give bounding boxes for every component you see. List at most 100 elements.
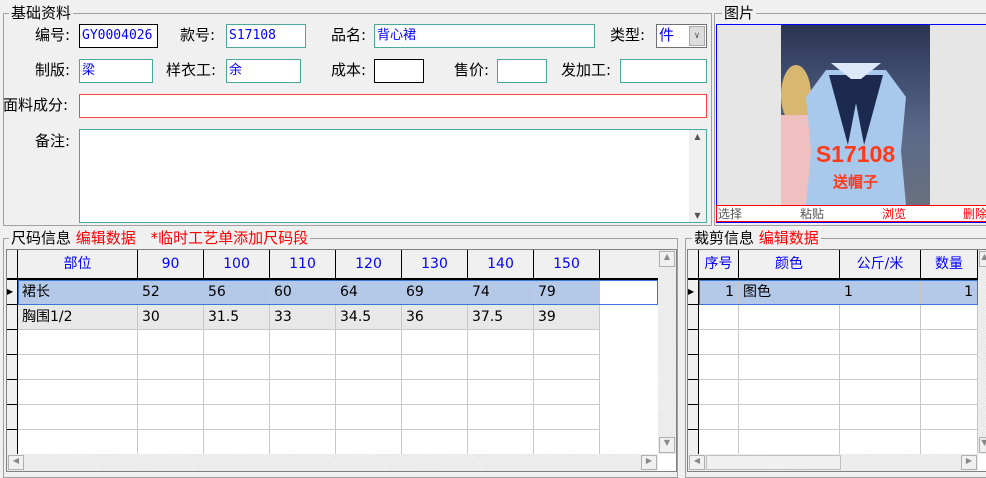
table-cell[interactable]: 39	[534, 305, 600, 330]
table-cell[interactable]	[468, 430, 534, 455]
table-cell[interactable]: 31.5	[204, 305, 270, 330]
scroll-up-icon[interactable]: ▲	[689, 132, 706, 141]
horizontal-scrollbar[interactable]: ◀ ▶	[7, 454, 658, 471]
fabric-input[interactable]	[79, 94, 707, 118]
table-cell[interactable]	[270, 330, 336, 355]
table-cell[interactable]	[468, 405, 534, 430]
table-cell[interactable]	[138, 330, 204, 355]
select-picture-button[interactable]: 选择	[718, 207, 742, 221]
cost-input[interactable]	[374, 59, 424, 83]
table-cell[interactable]	[138, 430, 204, 455]
scroll-right-icon[interactable]: ▶	[641, 455, 657, 470]
table-cell[interactable]	[921, 305, 978, 330]
table-cell[interactable]	[739, 355, 840, 380]
table-cell[interactable]	[204, 330, 270, 355]
browse-picture-button[interactable]: 浏览	[882, 207, 906, 221]
table-cell[interactable]	[336, 355, 402, 380]
scroll-down-icon[interactable]: ▼	[659, 437, 675, 453]
table-cell[interactable]	[534, 430, 600, 455]
table-cell[interactable]	[402, 330, 468, 355]
column-header[interactable]: 100	[204, 250, 270, 280]
row-header[interactable]	[688, 430, 699, 455]
column-header[interactable]: 公斤/米	[840, 250, 921, 280]
table-cell[interactable]	[739, 330, 840, 355]
table-cell[interactable]	[270, 430, 336, 455]
table-cell[interactable]: 1	[699, 280, 739, 305]
column-header[interactable]: 部位	[18, 250, 138, 280]
table-cell[interactable]	[739, 430, 840, 455]
code-input[interactable]: GY0004026	[79, 24, 158, 48]
table-cell[interactable]	[739, 380, 840, 405]
table-cell[interactable]	[699, 305, 739, 330]
table-cell[interactable]	[18, 405, 138, 430]
column-header[interactable]: 140	[468, 250, 534, 280]
table-cell[interactable]	[921, 380, 978, 405]
type-select[interactable]: 件 ∨	[656, 24, 707, 48]
scroll-down-icon[interactable]: ▼	[979, 437, 986, 453]
scroll-up-icon[interactable]: ▲	[979, 251, 986, 267]
column-header[interactable]: 数量	[921, 250, 978, 280]
column-header[interactable]: 120	[336, 250, 402, 280]
row-header[interactable]	[688, 355, 699, 380]
table-cell[interactable]: 30	[138, 305, 204, 330]
table-cell[interactable]	[270, 405, 336, 430]
table-cell[interactable]	[18, 355, 138, 380]
table-cell[interactable]	[138, 355, 204, 380]
scroll-right-icon[interactable]: ▶	[961, 455, 977, 470]
table-cell[interactable]	[739, 305, 840, 330]
table-cell[interactable]: 胸围1/2	[18, 305, 138, 330]
vertical-scrollbar[interactable]: ▲ ▼	[978, 250, 986, 454]
table-cell[interactable]	[270, 355, 336, 380]
sample-worker-input[interactable]: 余	[226, 59, 301, 83]
style-input[interactable]: S17108	[226, 24, 306, 48]
table-cell[interactable]: 图色	[739, 280, 840, 305]
table-cell[interactable]	[18, 430, 138, 455]
column-header[interactable]: 90	[138, 250, 204, 280]
table-cell[interactable]	[336, 430, 402, 455]
table-cell[interactable]	[699, 405, 739, 430]
table-cell[interactable]	[336, 405, 402, 430]
table-cell[interactable]: 56	[204, 280, 270, 305]
table-cell[interactable]: 79	[534, 280, 600, 305]
table-cell[interactable]	[402, 405, 468, 430]
scroll-up-icon[interactable]: ▲	[659, 251, 675, 267]
table-cell[interactable]	[402, 355, 468, 380]
name-input[interactable]: 背心裙	[374, 24, 595, 48]
table-cell[interactable]	[204, 430, 270, 455]
paste-picture-button[interactable]: 粘贴	[800, 207, 824, 221]
cut-grid[interactable]: 序号颜色公斤/米数量▶1图色11 ▲ ▼ ◀ ▶	[687, 249, 986, 472]
table-cell[interactable]	[204, 380, 270, 405]
table-cell[interactable]	[699, 430, 739, 455]
chevron-down-icon[interactable]: ∨	[689, 26, 705, 46]
table-cell[interactable]	[699, 330, 739, 355]
table-cell[interactable]: 1	[840, 280, 921, 305]
table-cell[interactable]	[840, 405, 921, 430]
row-header[interactable]	[7, 305, 18, 330]
table-cell[interactable]	[840, 355, 921, 380]
row-header[interactable]: ▶	[688, 280, 699, 305]
price-input[interactable]	[497, 59, 547, 83]
horizontal-scrollbar[interactable]: ◀ ▶	[688, 454, 978, 471]
row-header[interactable]: ▶	[7, 280, 18, 305]
table-cell[interactable]	[18, 380, 138, 405]
table-cell[interactable]	[138, 380, 204, 405]
table-cell[interactable]: 52	[138, 280, 204, 305]
scroll-thumb[interactable]	[706, 455, 841, 470]
table-cell[interactable]	[18, 330, 138, 355]
size-edit-link[interactable]: 编辑数据	[76, 229, 136, 247]
table-cell[interactable]	[204, 405, 270, 430]
table-cell[interactable]	[921, 330, 978, 355]
scroll-left-icon[interactable]: ◀	[8, 455, 24, 470]
table-cell[interactable]: 36	[402, 305, 468, 330]
remark-scrollbar[interactable]: ▲ ▼	[689, 130, 706, 222]
table-cell[interactable]	[468, 330, 534, 355]
row-header[interactable]	[688, 405, 699, 430]
delete-picture-button[interactable]: 删除	[963, 207, 986, 221]
table-cell[interactable]	[921, 355, 978, 380]
column-header[interactable]: 序号	[699, 250, 739, 280]
table-cell[interactable]	[534, 330, 600, 355]
table-cell[interactable]	[921, 405, 978, 430]
table-cell[interactable]: 37.5	[468, 305, 534, 330]
scroll-down-icon[interactable]: ▼	[689, 211, 706, 220]
row-header[interactable]	[7, 380, 18, 405]
